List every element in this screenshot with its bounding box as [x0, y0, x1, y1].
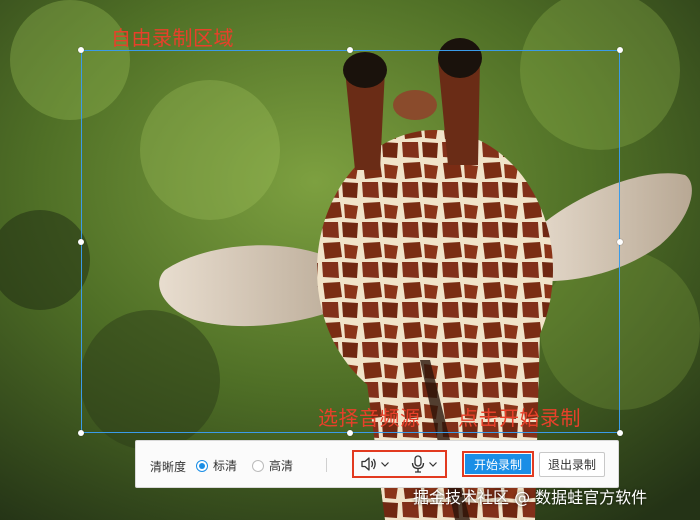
annotation-select-audio: 选择音频源	[318, 406, 421, 430]
toolbar-divider	[326, 458, 327, 472]
resize-handle-top-right[interactable]	[617, 47, 623, 53]
radio-hd[interactable]	[252, 459, 264, 472]
resize-handle-bottom-left[interactable]	[78, 430, 84, 436]
chevron-down-icon	[381, 462, 389, 467]
resize-handle-top-center[interactable]	[347, 47, 353, 53]
radio-standard[interactable]	[196, 459, 208, 472]
watermark: 掘金技术社区 @ 数据蛙官方软件	[413, 488, 648, 507]
quality-label: 清晰度	[150, 460, 187, 474]
resize-handle-middle-right[interactable]	[617, 239, 623, 245]
quality-option-standard-label: 标清	[213, 459, 238, 473]
resize-handle-top-left[interactable]	[78, 47, 84, 53]
annotation-free-region: 自由录制区域	[111, 26, 234, 50]
recording-toolbar: 清晰度 标清 高清 开始录制 退出录制	[135, 440, 619, 488]
audio-source-group	[352, 450, 447, 478]
system-audio-button[interactable]	[360, 452, 390, 476]
annotation-click-start: 点击开始录制	[458, 406, 581, 430]
exit-recording-button[interactable]: 退出录制	[539, 452, 605, 477]
quality-option-hd[interactable]: 高清	[252, 457, 293, 474]
start-recording-button[interactable]: 开始录制	[465, 454, 531, 474]
quality-option-hd-label: 高清	[269, 459, 294, 473]
microphone-icon	[411, 455, 425, 473]
speaker-icon	[361, 457, 376, 471]
start-button-highlight: 开始录制	[462, 451, 534, 477]
recording-region-frame[interactable]	[81, 50, 620, 433]
microphone-button[interactable]	[411, 452, 438, 476]
quality-option-standard[interactable]: 标清	[196, 457, 237, 474]
chevron-down-icon	[429, 462, 437, 467]
resize-handle-middle-left[interactable]	[78, 239, 84, 245]
resize-handle-bottom-right[interactable]	[617, 430, 623, 436]
